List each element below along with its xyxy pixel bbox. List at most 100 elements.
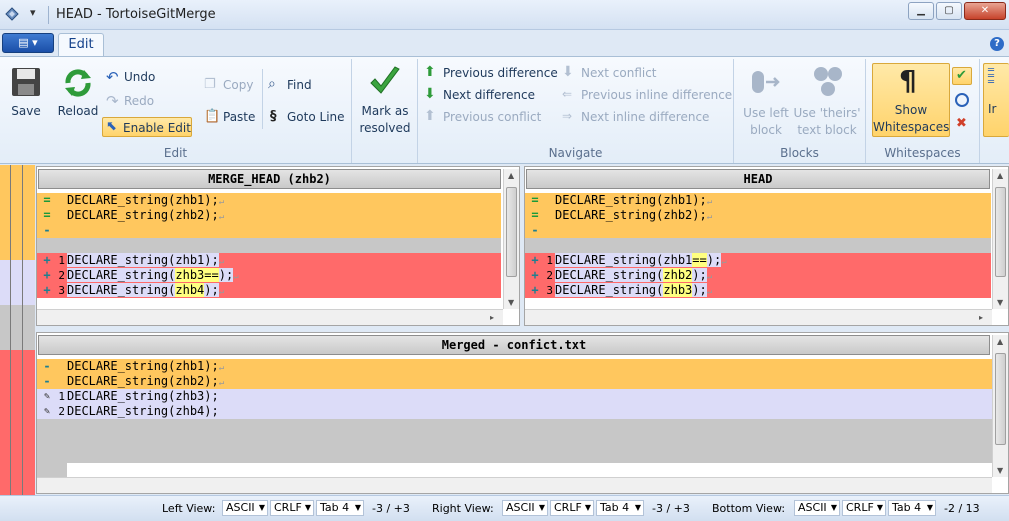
enable-edit-button[interactable]: ⬉ Enable Edit [102, 117, 192, 137]
scroll-down-icon[interactable]: ▼ [997, 466, 1003, 475]
copy-button[interactable]: ❐ Copy [204, 77, 260, 95]
scroll-up-icon[interactable]: ▲ [997, 171, 1003, 180]
reload-label: Reload [57, 104, 99, 118]
left-diff-pane[interactable]: MERGE_HEAD (zhb2) = DECLARE_string(zhb1);… [36, 166, 520, 326]
diff-line[interactable]: - [37, 223, 501, 238]
locator-divider [22, 165, 23, 495]
app-menu-button[interactable]: ▤ ▾ [2, 33, 54, 53]
partial-ribbon-button[interactable]: ═ ═ ═ Ir [983, 63, 1009, 137]
diff-line[interactable]: = DECLARE_string(zhb1);↵ [525, 193, 991, 208]
right-tab-select[interactable]: Tab 4 ▼ [596, 500, 644, 516]
undo-button[interactable]: ↶ Undo [106, 68, 176, 87]
bottom-encoding-select[interactable]: ASCII ▼ [794, 500, 840, 516]
navigate-group-label: Navigate [548, 146, 603, 160]
tortoise-app-icon[interactable] [4, 6, 20, 22]
right-encoding-select[interactable]: ASCII ▼ [502, 500, 548, 516]
paste-button[interactable]: 📋 Paste [204, 109, 260, 127]
close-button[interactable]: ✕ [964, 2, 1006, 20]
scroll-up-icon[interactable]: ▲ [508, 171, 514, 180]
scroll-up-icon[interactable]: ▲ [997, 337, 1003, 346]
locator-bar[interactable] [0, 165, 35, 495]
diff-line[interactable]: = DECLARE_string(zhb2);↵ [525, 208, 991, 223]
right-pane-horizontal-scrollbar[interactable]: ▸ [525, 309, 992, 325]
next-conflict-label: Next conflict [581, 66, 657, 80]
chevron-down-icon: ▼ [354, 503, 361, 512]
merged-pane-horizontal-scrollbar[interactable] [37, 477, 992, 493]
next-conflict-button[interactable]: ⬇ Next conflict [562, 64, 712, 83]
previous-inline-difference-button[interactable]: ⇐ Previous inline difference [562, 87, 732, 105]
next-difference-label: Next difference [443, 88, 536, 102]
diff-line[interactable]: +2 DECLARE_string(zhb3==);↵ [37, 268, 501, 283]
bottom-eol-select[interactable]: CRLF ▼ [842, 500, 886, 516]
inline-diff-icon: ═ ═ ═ [988, 65, 995, 88]
scroll-thumb[interactable] [506, 187, 517, 277]
right-encoding-value: ASCII [506, 501, 535, 514]
previous-conflict-button[interactable]: ⬆ Previous conflict [424, 108, 560, 127]
minimize-button[interactable]: ▁ [908, 2, 934, 20]
redo-button[interactable]: ↷ Redo [106, 92, 176, 111]
next-inline-difference-button[interactable]: ⇒ Next inline difference [562, 109, 732, 127]
reload-button[interactable]: Reload [54, 63, 102, 123]
left-tab-select[interactable]: Tab 4 ▼ [316, 500, 364, 516]
mark-resolved-button[interactable]: Mark as resolved [354, 63, 416, 137]
left-pane-horizontal-scrollbar[interactable]: ▸ [37, 309, 503, 325]
whitespace-option-circle[interactable] [954, 93, 970, 109]
use-theirs-block-button[interactable]: Use 'theirs' text block [792, 63, 862, 139]
previous-difference-button[interactable]: ⬆ Previous difference [424, 64, 560, 83]
bottom-tab-select[interactable]: Tab 4 ▼ [888, 500, 936, 516]
merged-line[interactable]: ✎ 2 DECLARE_string(zhb4); [37, 404, 992, 419]
line-background [37, 238, 501, 253]
enable-edit-label: Enable Edit [123, 121, 191, 135]
left-eol-select[interactable]: CRLF ▼ [270, 500, 314, 516]
diff-line[interactable]: - [525, 223, 991, 238]
diff-line[interactable]: +3 DECLARE_string(zhb4);↵ [37, 283, 501, 298]
inline-difference-highlight: == [692, 253, 707, 267]
enable-edit-icon: ⬉ [106, 119, 117, 134]
diff-line[interactable]: = DECLARE_string(zhb1);↵ [37, 193, 501, 208]
inline-difference-highlight: zhb2 [663, 268, 693, 282]
scroll-thumb[interactable] [995, 353, 1006, 445]
next-difference-button[interactable]: ⬇ Next difference [424, 86, 560, 105]
help-icon[interactable]: ? [990, 37, 1004, 51]
find-button[interactable]: ⌕ Find [268, 76, 338, 95]
left-pane-vertical-scrollbar[interactable]: ▲ ▼ [503, 169, 519, 309]
scroll-right-icon[interactable]: ▸ [490, 313, 494, 322]
merged-diff-pane[interactable]: Merged - confict.txt - DECLARE_string(zhb… [36, 332, 1009, 494]
tab-edit[interactable]: Edit [58, 33, 104, 57]
merged-line[interactable]: - DECLARE_string(zhb1);↵ [37, 359, 992, 374]
right-eol-select[interactable]: CRLF ▼ [550, 500, 594, 516]
eol-icon: ↵ [218, 197, 225, 207]
use-left-block-button[interactable]: Use left block [738, 63, 794, 139]
scroll-down-icon[interactable]: ▼ [997, 298, 1003, 307]
eol-icon: ↵ [721, 257, 727, 267]
use-theirs-label-1: Use 'theirs' [793, 106, 861, 120]
line-marker: = [531, 208, 539, 222]
copy-label: Copy [223, 78, 254, 92]
diff-line[interactable]: +2 DECLARE_string(zhb2);↵ [525, 268, 991, 283]
locator-divider [10, 165, 11, 495]
show-whitespaces-button[interactable]: ¶ Show Whitespaces [872, 63, 950, 137]
merged-line[interactable]: - DECLARE_string(zhb2);↵ [37, 374, 992, 389]
line-marker: - [43, 374, 51, 388]
diff-line[interactable]: +1 DECLARE_string(zhb1);↵ [37, 253, 501, 268]
left-tab-value: Tab 4 [320, 501, 350, 514]
line-code: DECLARE_string(zhb3); [67, 389, 219, 403]
merged-pane-vertical-scrollbar[interactable]: ▲ ▼ [992, 335, 1008, 477]
save-button[interactable]: Save [4, 63, 48, 123]
right-pane-vertical-scrollbar[interactable]: ▲ ▼ [992, 169, 1008, 309]
diff-line[interactable]: +1 DECLARE_string(zhb1==);↵ [525, 253, 991, 268]
right-diff-pane[interactable]: HEAD = DECLARE_string(zhb1);↵ = DECLARE_str… [524, 166, 1009, 326]
left-encoding-select[interactable]: ASCII ▼ [222, 500, 268, 516]
scroll-down-icon[interactable]: ▼ [508, 298, 514, 307]
scroll-thumb[interactable] [995, 187, 1006, 277]
whitespace-option-check[interactable]: ✔ [952, 67, 972, 85]
diff-line[interactable]: = DECLARE_string(zhb2);↵ [37, 208, 501, 223]
maximize-button[interactable]: ▢ [936, 2, 962, 20]
previous-difference-label: Previous difference [443, 66, 558, 80]
merged-line[interactable]: ✎ 1 DECLARE_string(zhb3); [37, 389, 992, 404]
diff-line[interactable]: +3 DECLARE_string(zhb3);↵ [525, 283, 991, 298]
goto-line-button[interactable]: § Goto Line [268, 109, 348, 127]
quick-access-dropdown-icon[interactable]: ▾ [30, 6, 36, 19]
whitespace-option-cross[interactable]: ✖ [954, 116, 970, 133]
scroll-right-icon[interactable]: ▸ [979, 313, 983, 322]
